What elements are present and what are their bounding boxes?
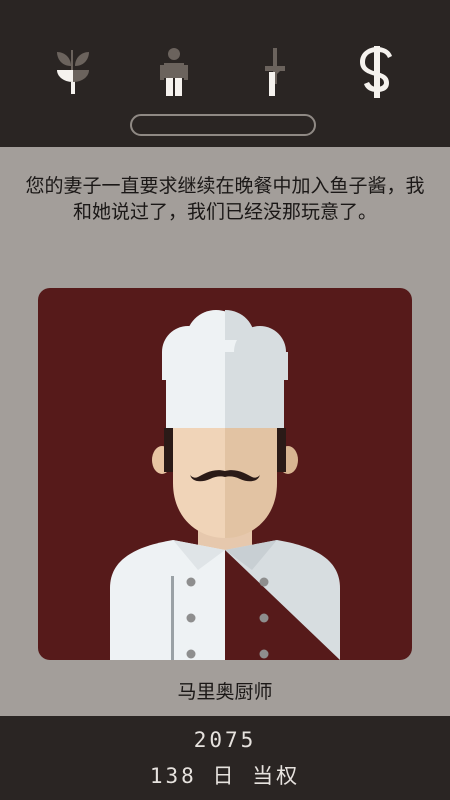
status-bar: 2075 138 日 当权: [0, 716, 450, 800]
character-card[interactable]: [38, 288, 412, 660]
money-icon[interactable]: [355, 44, 399, 100]
influence-meter: [130, 114, 316, 136]
church-icon[interactable]: [51, 44, 95, 100]
army-icon[interactable]: [253, 44, 297, 100]
year-display: 2075: [193, 728, 257, 752]
character-name: 马里奥厨师: [177, 681, 273, 703]
people-icon[interactable]: [152, 44, 196, 100]
reign-duration: 138 日 当权: [149, 764, 301, 788]
chef-portrait: [110, 310, 340, 660]
top-bar: [0, 0, 450, 147]
event-message: 您的妻子一直要求继续在晚餐中加入鱼子酱，我和她说过了，我们已经没那玩意了。: [25, 175, 425, 223]
